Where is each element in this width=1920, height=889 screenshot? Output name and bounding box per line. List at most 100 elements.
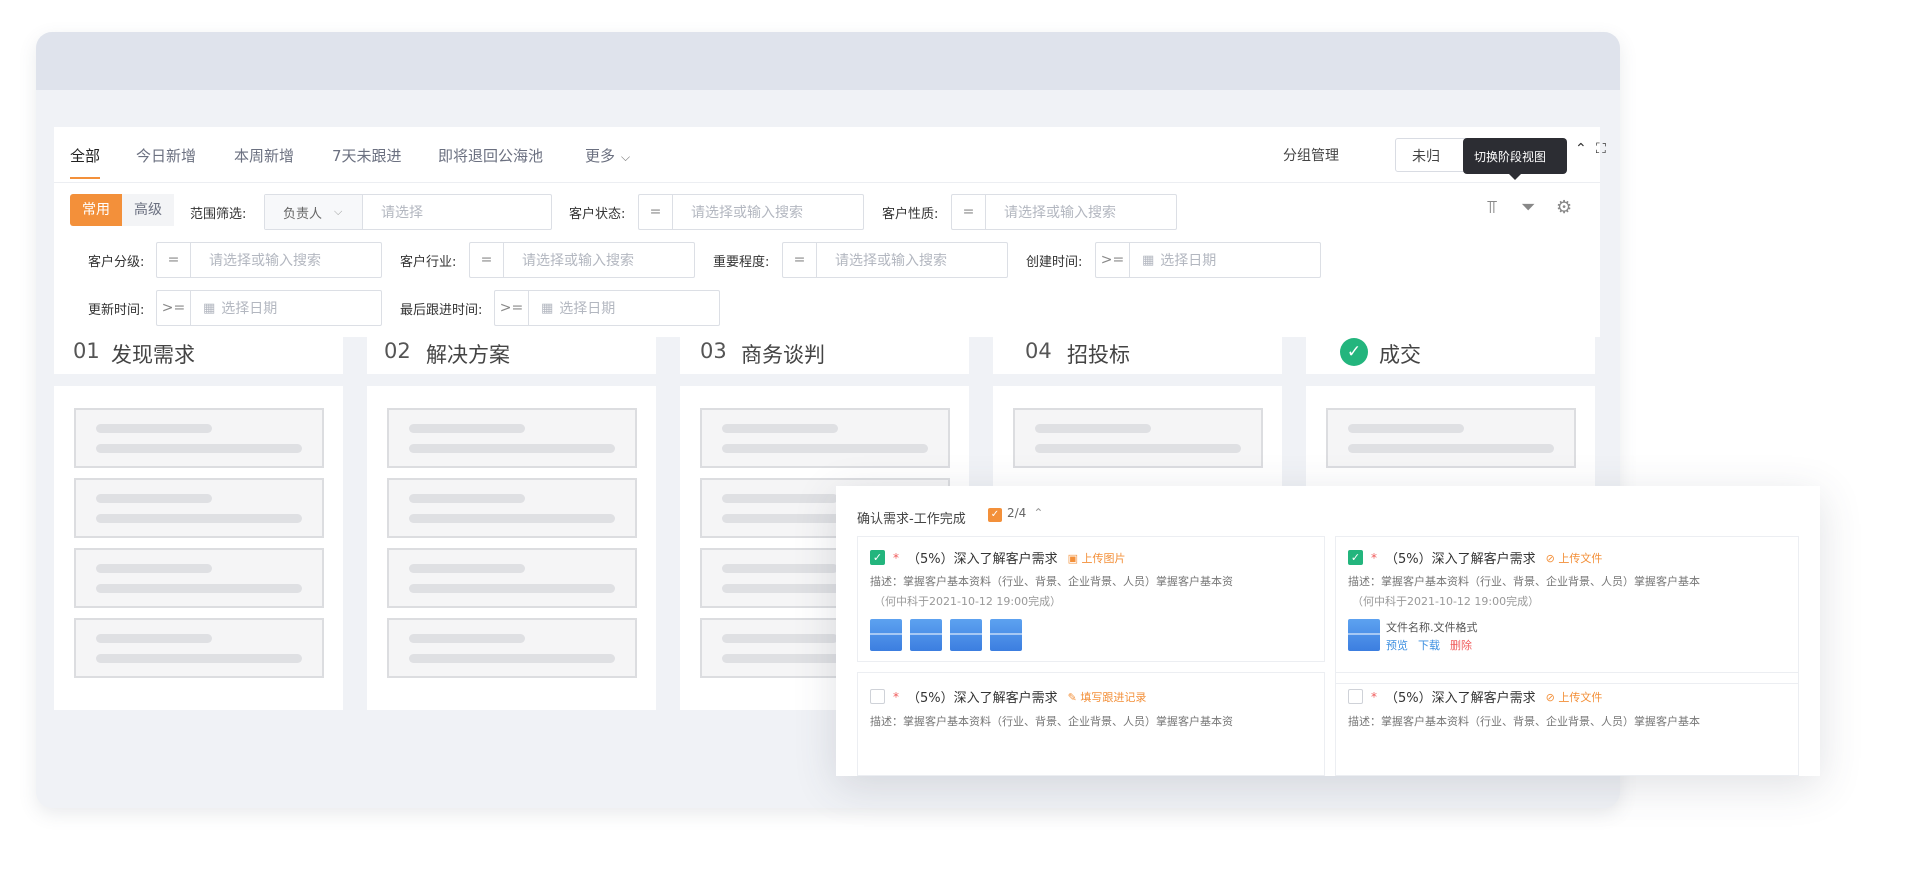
- tab-today[interactable]: 今日新增: [136, 145, 196, 166]
- stage-header-4[interactable]: 04 招投标: [993, 330, 1282, 374]
- created-date-filter[interactable]: >= ▦ 选择日期: [1095, 242, 1321, 278]
- checkbox-unchecked[interactable]: [1348, 689, 1363, 704]
- placeholder-card: [74, 548, 324, 608]
- tab-more-label: 更多: [585, 147, 616, 165]
- gte-operator[interactable]: >=: [157, 291, 191, 325]
- mode-switch: 常用 高级: [70, 194, 174, 226]
- task-item[interactable]: * （5%）深入了解客户需求 ⊘ 上传文件 描述：掌握客户基本资料（行业、背景、…: [1335, 672, 1799, 776]
- nature-placeholder: 请选择或输入搜索: [1004, 205, 1116, 221]
- equals-operator[interactable]: =: [157, 243, 191, 277]
- fill-follow-up-link[interactable]: ✎ 填写跟进记录: [1068, 689, 1147, 705]
- industry-filter[interactable]: = 请选择或输入搜索: [469, 242, 695, 278]
- task-description: 描述：掌握客户基本资料（行业、背景、企业背景、人员）掌握客户基本: [1348, 575, 1700, 588]
- task-description: 描述：掌握客户基本资料（行业、背景、企业背景、人员）掌握客户基本资: [870, 575, 1233, 588]
- image-icon: ▣: [1067, 551, 1082, 565]
- chevron-down-icon: ⌵: [334, 205, 343, 218]
- stage-number: 01: [73, 339, 100, 363]
- task-item[interactable]: ✓ * （5%）深入了解客户需求 ⊘ 上传文件 描述：掌握客户基本资料（行业、背…: [1335, 536, 1799, 684]
- calendar-icon: ▦: [1142, 252, 1155, 268]
- tab-this-week[interactable]: 本周新增: [234, 145, 294, 166]
- importance-filter[interactable]: = 请选择或输入搜索: [782, 242, 1008, 278]
- checkbox-checked[interactable]: ✓: [1348, 550, 1363, 565]
- equals-operator[interactable]: =: [470, 243, 504, 277]
- placeholder-card: [74, 408, 324, 468]
- placeholder-card: [387, 548, 637, 608]
- check-icon: ✓: [988, 508, 1002, 522]
- upload-file-link[interactable]: ⊘ 上传文件: [1546, 550, 1603, 566]
- stage-view-icon[interactable]: ⫪: [1487, 197, 1497, 218]
- filter-icon[interactable]: ⏷: [1521, 197, 1535, 218]
- tab-returning[interactable]: 即将退回公海池: [438, 145, 543, 166]
- updated-label: 更新时间:: [88, 303, 145, 318]
- task-description: 描述：掌握客户基本资料（行业、背景、企业背景、人员）掌握客户基本资: [870, 715, 1233, 728]
- paperclip-icon: ⊘: [1545, 551, 1559, 565]
- mode-common-button[interactable]: 常用: [70, 194, 122, 226]
- task-item[interactable]: ✓ * （5%）深入了解客户需求 ▣ 上传图片 描述：掌握客户基本资料（行业、背…: [857, 536, 1325, 662]
- stage-name: 商务谈判: [741, 343, 825, 367]
- download-link[interactable]: 下载: [1418, 637, 1440, 653]
- last-follow-label: 最后跟进时间:: [400, 303, 483, 318]
- task-title: （5%）深入了解客户需求: [1385, 552, 1536, 567]
- delete-link[interactable]: 删除: [1450, 637, 1472, 653]
- range-placeholder: 请选择: [381, 205, 423, 221]
- fullscreen-icon[interactable]: ⛶: [1596, 141, 1606, 157]
- importance-label: 重要程度:: [713, 255, 770, 270]
- upload-image-link[interactable]: ▣ 上传图片: [1068, 550, 1126, 566]
- file-name: 文件名称.文件格式: [1386, 621, 1478, 634]
- stage-column-2: [367, 386, 656, 710]
- created-label: 创建时间:: [1026, 255, 1083, 270]
- stage-name: 解决方案: [426, 343, 510, 367]
- range-filter[interactable]: 负责人 ⌵ 请选择: [264, 194, 552, 230]
- updated-date-placeholder: 选择日期: [221, 301, 278, 317]
- upload-image-label: 上传图片: [1081, 551, 1126, 565]
- tab-7-days[interactable]: 7天未跟进: [332, 145, 402, 166]
- checkbox-checked[interactable]: ✓: [870, 550, 885, 565]
- group-manage-button[interactable]: 分组管理: [1283, 145, 1339, 165]
- importance-placeholder: 请选择或输入搜索: [835, 253, 947, 269]
- image-thumbnail[interactable]: [910, 619, 942, 651]
- gear-icon[interactable]: ⚙: [1556, 197, 1572, 218]
- level-filter[interactable]: = 请选择或输入搜索: [156, 242, 382, 278]
- upload-file-link[interactable]: ⊘ 上传文件: [1546, 689, 1603, 705]
- calendar-icon: ▦: [541, 300, 554, 316]
- stage-header-2[interactable]: 02 解决方案: [367, 330, 656, 374]
- task-item[interactable]: * （5%）深入了解客户需求 ✎ 填写跟进记录 描述：掌握客户基本资料（行业、背…: [857, 672, 1325, 776]
- paperclip-icon: ⊘: [1545, 690, 1559, 704]
- image-thumbnail[interactable]: [950, 619, 982, 651]
- status-filter[interactable]: = 请选择或输入搜索: [638, 194, 864, 230]
- owner-label: 负责人: [283, 206, 323, 222]
- stage-header-1[interactable]: 01 发现需求: [54, 330, 343, 374]
- nature-filter[interactable]: = 请选择或输入搜索: [951, 194, 1177, 230]
- image-thumbnail[interactable]: [870, 619, 902, 651]
- equals-operator[interactable]: =: [952, 195, 986, 229]
- tab-more[interactable]: 更多 ⌵: [585, 145, 630, 166]
- stage-header-3[interactable]: 03 商务谈判: [680, 330, 969, 374]
- tab-all[interactable]: 全部: [70, 145, 101, 179]
- task-card-title: 确认需求-工作完成: [857, 512, 966, 527]
- equals-operator[interactable]: =: [783, 243, 817, 277]
- calendar-icon: ▦: [203, 300, 216, 316]
- level-placeholder: 请选择或输入搜索: [209, 253, 321, 269]
- task-title: （5%）深入了解客户需求: [907, 552, 1058, 567]
- placeholder-card: [74, 478, 324, 538]
- preview-link[interactable]: 预览: [1386, 637, 1408, 653]
- updated-date-filter[interactable]: >= ▦ 选择日期: [156, 290, 382, 326]
- owner-select[interactable]: 负责人 ⌵: [265, 195, 363, 229]
- upload-file-label: 上传文件: [1558, 690, 1603, 704]
- last-follow-date-filter[interactable]: >= ▦ 选择日期: [494, 290, 720, 326]
- placeholder-card: [700, 408, 950, 468]
- gte-operator[interactable]: >=: [495, 291, 529, 325]
- task-count: 2/4: [1007, 506, 1027, 520]
- task-title: （5%）深入了解客户需求: [907, 691, 1058, 706]
- equals-operator[interactable]: =: [639, 195, 673, 229]
- task-progress[interactable]: ✓ 2/4 ⌃: [988, 506, 1043, 522]
- collapse-icon[interactable]: ⌃: [1575, 141, 1587, 157]
- placeholder-card: [387, 408, 637, 468]
- gte-operator[interactable]: >=: [1096, 243, 1130, 277]
- fill-follow-up-label: 填写跟进记录: [1080, 690, 1147, 704]
- mode-advanced-button[interactable]: 高级: [122, 194, 174, 226]
- image-thumbnail[interactable]: [990, 619, 1022, 651]
- stage-header-5[interactable]: ✓ 成交: [1306, 330, 1595, 374]
- checkbox-unchecked[interactable]: [870, 689, 885, 704]
- window-title-bar: [36, 32, 1620, 90]
